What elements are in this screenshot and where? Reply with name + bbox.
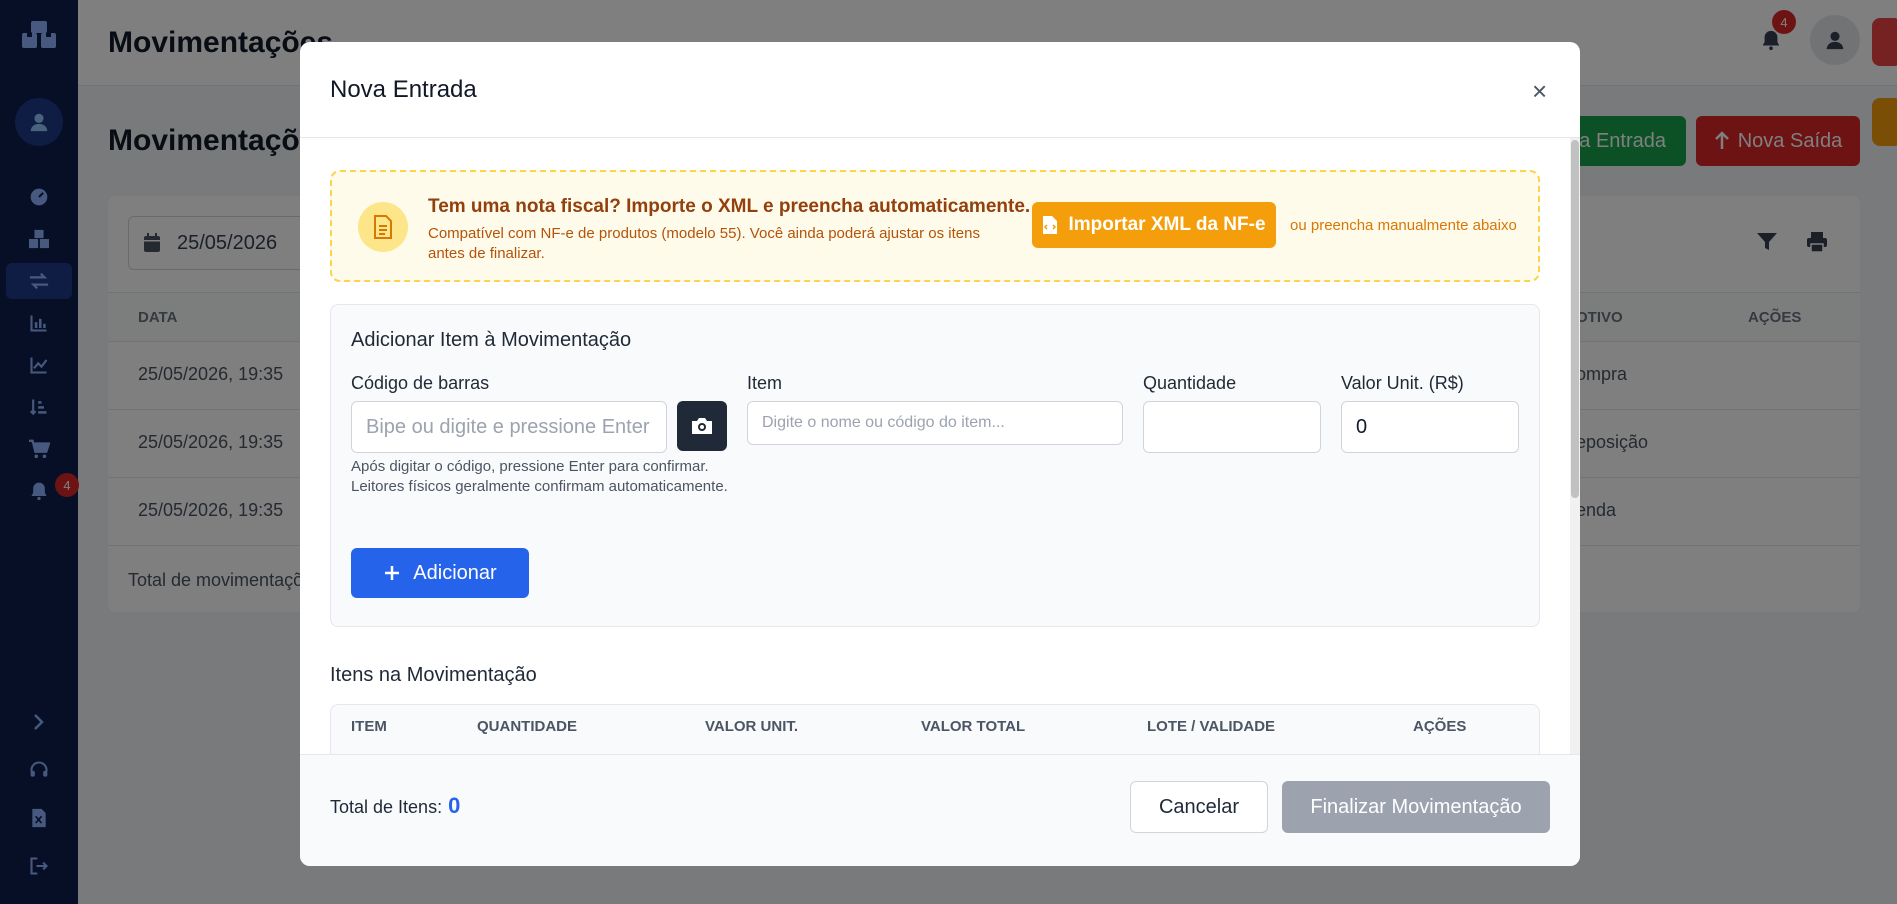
close-icon[interactable]: × [1532,76,1547,107]
nfe-description: Compatível com NF-e de produtos (modelo … [428,225,980,262]
nfe-title: Tem uma nota fiscal? Importe o XML e pre… [428,196,1031,217]
barcode-placeholder: Bipe ou digite e pressione Enter [366,415,650,438]
nfe-import-banner: Tem uma nota fiscal? Importe o XML e pre… [330,170,1540,282]
add-item-label: Adicionar [413,561,497,584]
hint-line: Leitores físicos geralmente confirmam au… [351,478,728,495]
xml-file-icon [1043,216,1058,234]
document-icon [358,202,408,252]
finalize-button[interactable]: Finalizar Movimentação [1282,781,1550,833]
column-header: LOTE / VALIDADE [1147,718,1276,735]
add-item-button[interactable]: Adicionar [351,548,529,598]
total-items-label: Total de Itens: [330,797,443,817]
quantity-label: Quantidade [1143,373,1237,393]
items-table-header: ITEM QUANTIDADE VALOR UNIT. VALOR TOTAL … [330,704,1540,754]
item-placeholder: Digite o nome ou código do item... [762,414,1005,431]
unit-value-label: Valor Unit. (R$) [1341,373,1464,393]
unit-value-input[interactable]: 0 [1341,401,1519,453]
column-header: VALOR TOTAL [921,718,1026,735]
unit-value: 0 [1356,415,1368,438]
modal-footer: Total de Itens: 0 Cancelar Finalizar Mov… [300,754,1580,866]
column-header: VALOR UNIT. [705,718,799,735]
total-items: Total de Itens: 0 [330,793,460,819]
modal-title: Nova Entrada [330,76,477,103]
manual-fill-hint: ou preencha manualmente abaixo [1290,217,1517,234]
barcode-hint: Após digitar o código, pressione Enter p… [351,457,728,497]
import-xml-label: Importar XML da NF-e [1068,214,1266,235]
modal-scrollbar-thumb[interactable] [1571,140,1579,498]
hint-line: Após digitar o código, pressione Enter p… [351,458,709,475]
import-xml-button[interactable]: Importar XML da NF-e [1032,202,1276,248]
cancel-button[interactable]: Cancelar [1130,781,1268,833]
column-header: QUANTIDADE [477,718,577,735]
quantity-input[interactable] [1143,401,1321,453]
modal-body: Tem uma nota fiscal? Importe o XML e pre… [300,138,1580,754]
modal-header: Nova Entrada × [300,42,1580,138]
camera-icon [692,418,712,434]
camera-scan-button[interactable] [677,401,727,451]
barcode-label: Código de barras [351,373,490,393]
total-items-value: 0 [448,793,461,818]
add-item-card: Adicionar Item à Movimentação Código de … [330,304,1540,627]
items-section-title: Itens na Movimentação [330,664,537,686]
column-header: ITEM [351,718,387,735]
nova-entrada-modal: Nova Entrada × Tem uma nota fiscal? Impo… [300,42,1580,866]
item-search-input[interactable]: Digite o nome ou código do item... [747,401,1123,445]
item-label: Item [747,373,783,393]
add-item-title: Adicionar Item à Movimentação [351,329,632,351]
barcode-input[interactable]: Bipe ou digite e pressione Enter [351,401,667,453]
plus-icon [385,566,400,580]
column-header: AÇÕES [1413,718,1467,735]
